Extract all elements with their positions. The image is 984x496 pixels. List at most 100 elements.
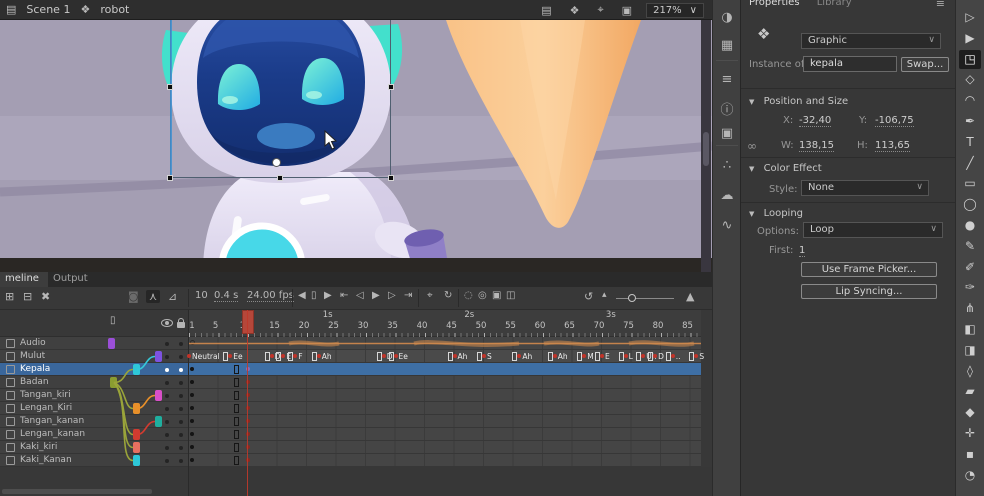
eyedropper-tool[interactable]: ◊ xyxy=(959,362,981,381)
frame-row-Kaki_kiri[interactable] xyxy=(189,441,701,454)
center-playhead-button[interactable]: ⌖ xyxy=(427,290,433,301)
frame-row-Lengan_kanan[interactable] xyxy=(189,428,701,441)
tab-properties[interactable]: Properties xyxy=(749,0,800,8)
transformation-point[interactable] xyxy=(272,158,281,167)
layer-parent-swatch[interactable] xyxy=(155,390,162,401)
layer-visibility-dot[interactable] xyxy=(165,446,169,450)
edit-multiple-frames-button[interactable]: ▣ xyxy=(492,290,501,301)
use-frame-picker-button[interactable]: Use Frame Picker... xyxy=(801,262,937,277)
modify-markers-button[interactable]: ◫ xyxy=(506,290,515,301)
layer-visibility-dot[interactable] xyxy=(165,407,169,411)
layer-lock-dot[interactable] xyxy=(179,433,183,437)
layer-lock-dot[interactable] xyxy=(179,368,183,372)
layer-parent-swatch[interactable] xyxy=(155,416,162,427)
breadcrumb-symbol[interactable]: robot xyxy=(100,3,129,16)
layer-lock-dot[interactable] xyxy=(179,394,183,398)
layer-row-Badan[interactable]: Badan xyxy=(0,376,188,389)
next-marker-button[interactable]: ▶ xyxy=(324,290,332,301)
tab-timeline[interactable]: meline xyxy=(0,272,48,287)
line-tool[interactable]: ╱ xyxy=(959,154,981,173)
asset-warp-tool[interactable]: ✛ xyxy=(959,424,981,443)
color-style-dropdown[interactable]: None ∨ xyxy=(801,180,929,196)
edit-symbol-icon[interactable]: ❖ xyxy=(570,4,580,17)
selection-handle-bottom[interactable] xyxy=(277,175,283,181)
frame-row-Mulut[interactable]: NeutralEeDEFAhDEeAhSAhAhMELUhD..S xyxy=(189,350,701,363)
selection-handle-left[interactable] xyxy=(167,84,173,90)
layer-parent-swatch[interactable] xyxy=(108,338,115,349)
last-frame-button[interactable]: ⇥ xyxy=(404,290,412,301)
instance-name-field[interactable]: kepala xyxy=(803,56,897,72)
frame-row-Tangan_kanan[interactable] xyxy=(189,415,701,428)
hand-tool[interactable]: ◔ xyxy=(959,466,981,485)
link-dimensions-icon[interactable]: ∞ xyxy=(747,139,757,153)
zoom-out-timeline-button[interactable]: ▴ xyxy=(602,290,607,300)
clip-content-icon[interactable]: ▣ xyxy=(622,4,632,17)
layer-parent-swatch[interactable] xyxy=(133,455,140,466)
y-value[interactable]: -106,75 xyxy=(875,115,914,127)
layer-parent-swatch[interactable] xyxy=(110,377,117,388)
tab-library[interactable]: Library xyxy=(817,0,852,8)
layer-parent-swatch[interactable] xyxy=(133,442,140,453)
text-tool[interactable]: T xyxy=(959,133,981,152)
step-back-button[interactable]: ◁ xyxy=(356,290,364,301)
frame-row-Kepala[interactable] xyxy=(189,363,701,376)
camera-toggle-button[interactable]: ◙ xyxy=(128,290,139,303)
layer-visibility-dot[interactable] xyxy=(165,342,169,346)
prev-marker-button[interactable]: ◀ xyxy=(298,290,306,301)
lip-syncing-button[interactable]: Lip Syncing... xyxy=(801,284,937,299)
oval-tool[interactable]: ◯ xyxy=(959,195,981,214)
layer-row-Audio[interactable]: Audio xyxy=(0,337,188,350)
center-stage-icon[interactable]: ⌖ xyxy=(597,3,603,17)
ink-bottle-tool[interactable]: ◨ xyxy=(959,341,981,360)
layer-parent-swatch[interactable] xyxy=(155,351,162,362)
layer-visibility-dot[interactable] xyxy=(165,394,169,398)
cc-libraries-icon[interactable]: ☁ xyxy=(713,188,741,203)
color-panel-icon[interactable]: ◑ xyxy=(713,10,741,25)
transform-panel-icon[interactable]: ▣ xyxy=(713,126,741,141)
layer-row-Kepala[interactable]: Kepala xyxy=(0,363,188,376)
pen-tool[interactable]: ✒ xyxy=(959,112,981,131)
layer-lock-dot[interactable] xyxy=(179,407,183,411)
delete-layer-button[interactable]: ✖ xyxy=(41,290,50,303)
layer-lock-dot[interactable] xyxy=(179,459,183,463)
frame-row-Lengan_Kiri[interactable] xyxy=(189,402,701,415)
w-value[interactable]: 138,15 xyxy=(799,140,834,152)
layer-visibility-dot[interactable] xyxy=(165,368,169,372)
first-frame-button[interactable]: ⇤ xyxy=(340,290,348,301)
layer-visibility-dot[interactable] xyxy=(165,420,169,424)
motion-editor-icon[interactable]: ∿ xyxy=(713,218,741,233)
layer-row-Tangan_kiri[interactable]: Tangan_kiri xyxy=(0,389,188,402)
color-effect-section-header[interactable]: ▼ Color Effect xyxy=(749,163,822,174)
timeline-zoom-slider-knob[interactable] xyxy=(628,294,636,302)
gradient-transform-tool[interactable]: ◇ xyxy=(959,70,981,89)
first-frame-value[interactable]: 1 xyxy=(799,245,805,257)
layer-row-Kaki_kiri[interactable]: Kaki_kiri xyxy=(0,441,188,454)
selection-tool[interactable]: ▷ xyxy=(959,8,981,27)
layer-row-Kaki_Kanan[interactable]: Kaki_Kanan xyxy=(0,454,188,467)
layer-visibility-dot[interactable] xyxy=(165,459,169,463)
edit-scene-icon[interactable]: ▤ xyxy=(541,4,551,17)
current-frame-indicator[interactable]: 10 xyxy=(195,290,208,301)
symbol-type-dropdown[interactable]: Graphic ∨ xyxy=(801,33,941,49)
free-transform-tool[interactable]: ◳ xyxy=(959,50,981,69)
paint-bucket-tool[interactable]: ◧ xyxy=(959,320,981,339)
brush-library-icon[interactable]: ∴ xyxy=(713,158,741,173)
layer-lock-dot[interactable] xyxy=(179,381,183,385)
onion-skin-button[interactable]: ◌ xyxy=(464,290,473,301)
lasso-tool[interactable]: ◠ xyxy=(959,91,981,110)
new-folder-button[interactable]: ⊟ xyxy=(23,290,32,303)
timeline-horizontal-scrollbar[interactable] xyxy=(2,489,152,494)
looping-section-header[interactable]: ▼ Looping xyxy=(749,208,803,219)
position-size-section-header[interactable]: ▼ Position and Size xyxy=(749,96,848,107)
selection-handle-bottom-right[interactable] xyxy=(388,175,394,181)
layer-row-Tangan_kanan[interactable]: Tangan_kanan xyxy=(0,415,188,428)
frame-row-Badan[interactable] xyxy=(189,376,701,389)
selection-bounding-box[interactable] xyxy=(170,20,391,178)
layer-row-Mulut[interactable]: Mulut xyxy=(0,350,188,363)
layer-lock-dot[interactable] xyxy=(179,420,183,424)
looping-options-dropdown[interactable]: Loop ∨ xyxy=(803,222,943,238)
reset-timeline-zoom-button[interactable]: ↺ xyxy=(584,290,593,303)
layer-lock-dot[interactable] xyxy=(179,342,183,346)
new-layer-button[interactable]: ⊞ xyxy=(5,290,14,303)
selection-handle-bottom-left[interactable] xyxy=(167,175,173,181)
